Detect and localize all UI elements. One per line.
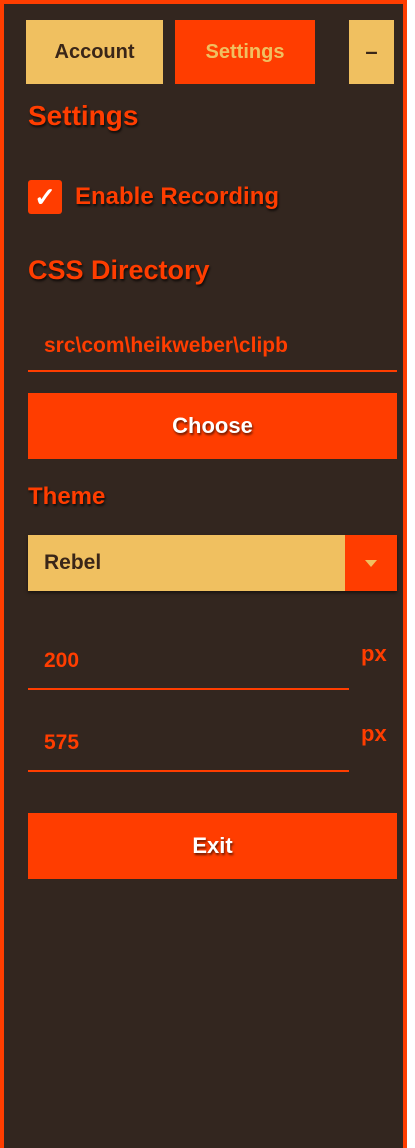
page-title: Settings xyxy=(28,100,139,131)
theme-select-value: Rebel xyxy=(44,551,102,574)
width-unit-label: px xyxy=(361,641,387,666)
minimize-button[interactable]: – xyxy=(349,20,394,84)
checkmark-icon: ✓ xyxy=(34,181,56,212)
chevron-down-icon xyxy=(365,559,377,567)
css-directory-field[interactable]: src\com\heikweber\clipb xyxy=(28,322,397,372)
tab-account[interactable]: Account xyxy=(26,20,163,84)
enable-recording-checkbox-row[interactable]: ✓ Enable Recording xyxy=(28,180,279,214)
choose-button[interactable]: Choose xyxy=(28,393,397,459)
enable-recording-checkbox[interactable]: ✓ xyxy=(28,180,62,214)
tab-settings[interactable]: Settings xyxy=(175,20,315,84)
theme-select[interactable]: Rebel xyxy=(28,535,397,591)
theme-label: Theme xyxy=(28,483,106,510)
css-directory-label: CSS Directory xyxy=(28,255,210,285)
enable-recording-label: Enable Recording xyxy=(75,183,280,210)
height-field[interactable]: 575 xyxy=(28,716,349,772)
theme-dropdown-button[interactable] xyxy=(345,535,397,591)
height-unit-label: px xyxy=(361,721,387,746)
width-field[interactable]: 200 xyxy=(28,634,349,690)
exit-button[interactable]: Exit xyxy=(28,813,397,879)
